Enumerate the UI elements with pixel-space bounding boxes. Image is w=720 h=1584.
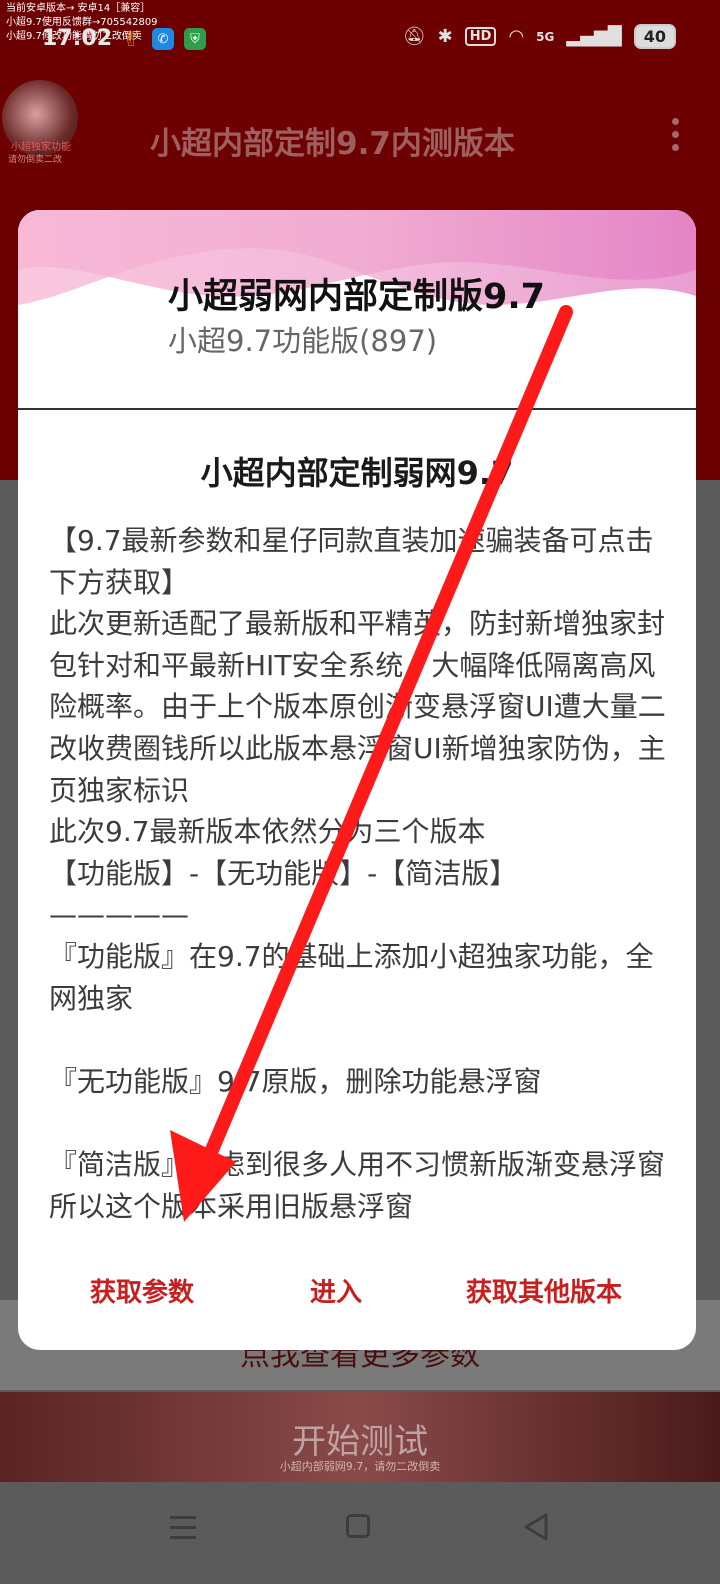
divider xyxy=(18,408,696,410)
get-other-versions-button[interactable]: 获取其他版本 xyxy=(466,1272,622,1309)
start-test-button[interactable]: 开始测试 小超内部弱网9.7，请勿二改倒卖 xyxy=(0,1392,720,1482)
content-body: 【9.7最新参数和星仔同款直装加速骗装备可点击下方获取】 此次更新适配了最新版和… xyxy=(49,524,666,1223)
dialog-actions: 获取参数 进入 获取其他版本 xyxy=(18,1272,696,1312)
recent-apps-icon[interactable] xyxy=(170,1516,196,1546)
app-notification-icon: ✌ xyxy=(122,27,140,51)
dialog-title: 小超弱网内部定制版9.7 xyxy=(168,277,546,317)
app-bar: 小超独家功能 请勿倒卖二改 小超内部定制9.7内测版本 xyxy=(0,80,720,200)
app-title: 小超内部定制9.7内测版本 xyxy=(150,126,515,162)
more-options-icon[interactable] xyxy=(672,118,680,157)
get-params-button[interactable]: 获取参数 xyxy=(90,1272,194,1309)
battery-indicator: 40 xyxy=(633,24,676,49)
dialog-header: 小超弱网内部定制版9.7 小超9.7功能版(897) xyxy=(18,210,696,410)
back-icon[interactable] xyxy=(522,1512,550,1542)
avatar-label: 小超独家功能 xyxy=(11,142,71,153)
bluetooth-icon: ✱ xyxy=(437,26,453,47)
signal-icon: ▂▄▆█ xyxy=(566,26,622,47)
navigation-bar xyxy=(0,1482,720,1584)
dialog-subtitle: 小超9.7功能版(897) xyxy=(168,324,438,358)
start-test-label: 开始测试 xyxy=(292,1422,428,1462)
content-title: 小超内部定制弱网9.7 xyxy=(200,454,514,492)
wifi-icon: ◠ xyxy=(508,26,525,47)
phone-icon: ✆ xyxy=(152,28,174,50)
system-icons: 🔕︎ ✱ HD ◠ 5G ▂▄▆█ 40 xyxy=(403,24,676,49)
network-type: 5G xyxy=(536,29,555,44)
enter-button[interactable]: 进入 xyxy=(310,1272,362,1309)
home-icon[interactable] xyxy=(346,1514,370,1538)
announcement-dialog: 小超弱网内部定制版9.7 小超9.7功能版(897) 小超内部定制弱网9.7 【… xyxy=(18,210,696,1350)
clock: 17:02 xyxy=(42,26,113,51)
start-test-subtitle: 小超内部弱网9.7，请勿二改倒卖 xyxy=(279,1460,441,1473)
shield-icon: ⛨ xyxy=(184,28,206,50)
hd-badge: HD xyxy=(464,27,497,46)
overlay-line: 当前安卓版本→ 安卓14［兼容］ xyxy=(6,3,151,14)
notification-icons: ✌ ✆ ⛨ xyxy=(120,27,206,51)
mute-icon: 🔕︎ xyxy=(402,26,426,47)
status-bar: 当前安卓版本→ 安卓14［兼容］ 小超9.7使用反馈群→705542809 小超… xyxy=(0,0,720,80)
avatar-subtitle: 请勿倒卖二改 xyxy=(8,155,63,165)
